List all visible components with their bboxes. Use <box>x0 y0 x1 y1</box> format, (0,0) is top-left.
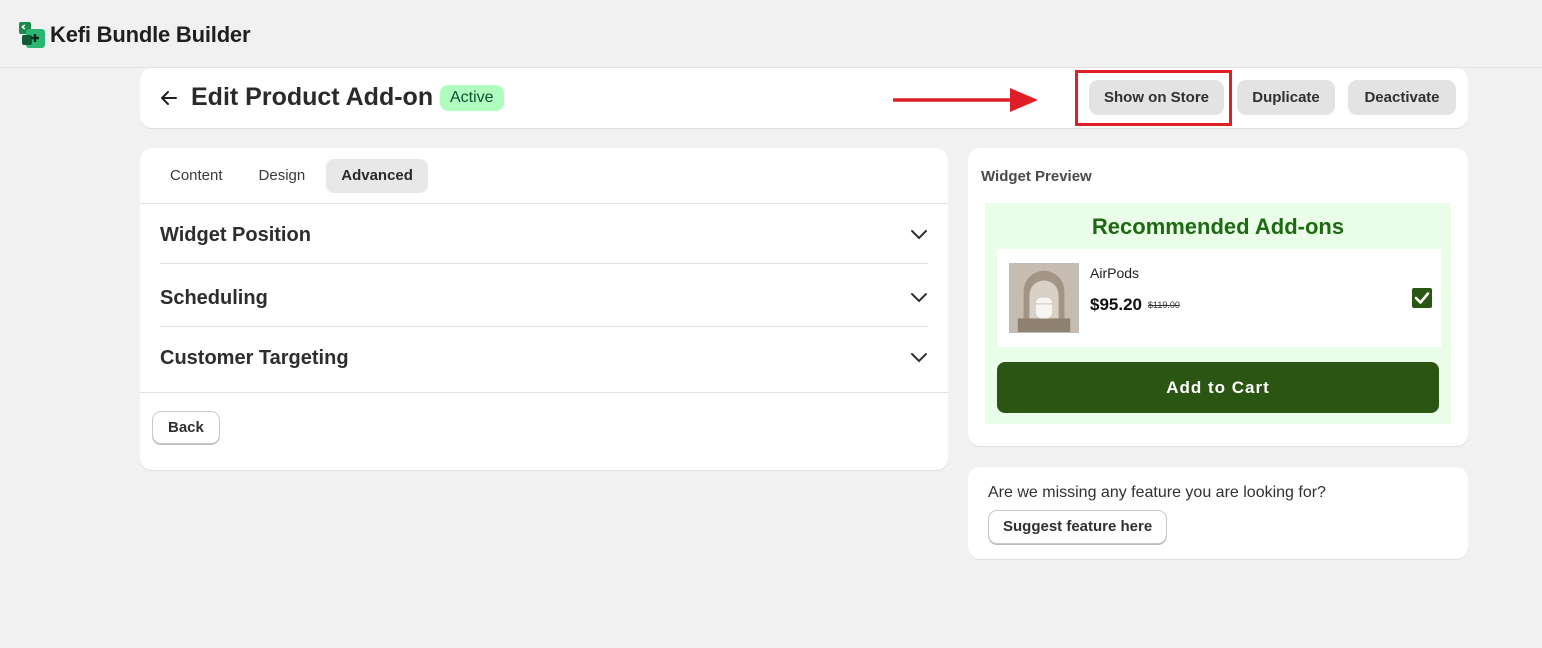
page-title: Edit Product Add-on <box>191 83 434 111</box>
widget-preview-card: Widget Preview Recommended Add-ons AirPo… <box>968 148 1468 446</box>
widget-preview: Recommended Add-ons AirPods $95.20 $119.… <box>985 203 1451 424</box>
accordion-label: Scheduling <box>160 287 268 309</box>
product-checkbox[interactable] <box>1412 288 1432 308</box>
product-price: $95.20 <box>1090 295 1142 314</box>
feedback-card: Are we missing any feature you are looki… <box>968 467 1468 559</box>
tab-advanced[interactable]: Advanced <box>326 159 428 193</box>
back-arrow-icon[interactable] <box>158 87 180 109</box>
suggest-feature-button[interactable]: Suggest feature here <box>988 510 1168 544</box>
chevron-down-icon <box>911 230 927 240</box>
status-badge: Active <box>440 85 504 111</box>
annotation-arrow <box>893 88 1038 112</box>
accordion-widget-position[interactable]: Widget Position <box>160 204 928 264</box>
settings-card: Content Design Advanced Widget Position … <box>140 148 948 470</box>
top-bar: Kefi Bundle Builder <box>0 0 1542 68</box>
widget-preview-label: Widget Preview <box>981 168 1092 185</box>
product-image <box>1009 263 1079 333</box>
app-logo-icon <box>19 22 45 48</box>
tab-bar: Content Design Advanced <box>155 159 428 193</box>
back-button[interactable]: Back <box>152 411 220 444</box>
chevron-down-icon <box>911 293 927 303</box>
add-to-cart-button[interactable]: Add to Cart <box>997 362 1439 413</box>
feedback-question: Are we missing any feature you are looki… <box>988 484 1326 501</box>
product-item: AirPods $95.20 $119.00 <box>997 249 1441 347</box>
chevron-down-icon <box>911 353 927 363</box>
duplicate-button[interactable]: Duplicate <box>1237 80 1335 115</box>
tab-content[interactable]: Content <box>155 159 238 193</box>
accordion-customer-targeting[interactable]: Customer Targeting <box>160 327 928 387</box>
widget-title: Recommended Add-ons <box>1091 214 1345 239</box>
annotation-highlight-box <box>1075 70 1232 126</box>
product-compare-price: $119.00 <box>1148 300 1180 310</box>
product-name: AirPods <box>1090 265 1140 281</box>
accordion-scheduling[interactable]: Scheduling <box>160 267 928 327</box>
app-title: Kefi Bundle Builder <box>50 22 251 47</box>
accordion-label: Widget Position <box>160 224 311 246</box>
accordion-label: Customer Targeting <box>160 347 349 369</box>
divider <box>140 392 948 393</box>
tab-design[interactable]: Design <box>244 159 321 193</box>
deactivate-button[interactable]: Deactivate <box>1348 80 1456 115</box>
